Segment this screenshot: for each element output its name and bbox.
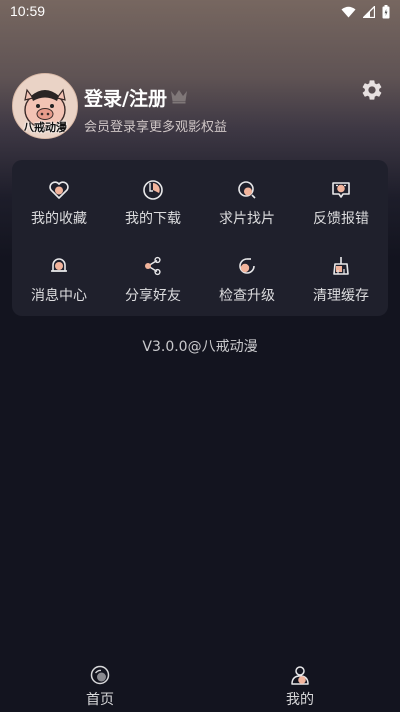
battery-icon	[382, 5, 390, 19]
menu-label-clear-cache: 清理缓存	[313, 288, 369, 304]
menu-item-messages[interactable]: 消息中心	[12, 238, 106, 316]
heart-icon	[49, 181, 69, 199]
nav-tab-mine[interactable]: 我的	[260, 660, 340, 712]
login-register-link[interactable]: 登录/注册	[84, 84, 167, 111]
menu-item-clear-cache[interactable]: 清理缓存	[294, 238, 388, 316]
settings-button[interactable]	[360, 78, 384, 102]
update-icon	[239, 258, 255, 274]
wifi-icon	[341, 6, 356, 18]
menu-label-check-update: 检查升级	[219, 288, 275, 304]
menu-item-check-update[interactable]: 检查升级	[200, 238, 294, 316]
nav-tab-home[interactable]: 首页	[60, 660, 140, 712]
menu-item-downloads[interactable]: 我的下载	[106, 160, 200, 238]
status-icons	[341, 5, 390, 19]
menu-item-feedback[interactable]: 反馈报错	[294, 160, 388, 238]
menu-item-favorites[interactable]: 我的收藏	[12, 160, 106, 238]
download-icon	[143, 180, 163, 200]
status-bar: 10:59	[0, 0, 400, 24]
home-icon	[90, 665, 110, 685]
broom-icon	[333, 257, 349, 275]
bell-icon	[51, 258, 67, 272]
share-icon	[145, 256, 161, 276]
avatar[interactable]: 八戒动漫	[12, 73, 78, 139]
bottom-navigation: 首页 我的	[0, 660, 400, 712]
avatar-caption: 八戒动漫	[23, 121, 67, 134]
feature-menu-card: 我的收藏 我的下载 求片找片 反馈报错 消息中心 分享好友 检查升级 清理缓存	[12, 160, 388, 316]
menu-label-feedback: 反馈报错	[313, 211, 369, 227]
version-label: V3.0.0@八戒动漫	[142, 339, 258, 355]
profile-icon	[291, 666, 309, 685]
menu-label-favorites: 我的收藏	[31, 211, 87, 227]
menu-label-messages: 消息中心	[31, 288, 87, 304]
menu-item-share[interactable]: 分享好友	[106, 238, 200, 316]
search-film-icon	[238, 181, 256, 199]
menu-item-request-film[interactable]: 求片找片	[200, 160, 294, 238]
signal-icon	[363, 6, 375, 18]
crown-icon	[171, 90, 187, 104]
menu-label-share: 分享好友	[125, 288, 181, 304]
menu-label-downloads: 我的下载	[125, 211, 181, 227]
gear-icon	[362, 80, 382, 100]
login-subtitle: 会员登录享更多观影权益	[84, 120, 228, 135]
feedback-icon	[332, 182, 350, 198]
nav-label-home: 首页	[86, 692, 114, 708]
menu-label-request-film: 求片找片	[219, 211, 275, 227]
nav-label-mine: 我的	[286, 692, 314, 708]
status-time: 10:59	[10, 3, 46, 19]
